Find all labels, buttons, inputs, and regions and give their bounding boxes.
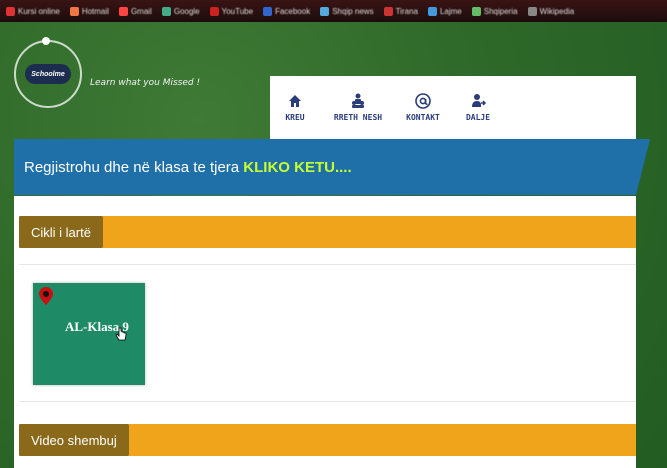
site-logo[interactable]: Schoolme [14, 37, 82, 108]
section-header-cycle: Cikli i lartë [19, 216, 636, 248]
flag-pin-icon [39, 287, 53, 305]
nav-item-dalje[interactable]: DALJE [453, 92, 503, 122]
class-list: AL-Klasa 9 [19, 264, 636, 402]
nav-item-rreth-nesh[interactable]: RRETH NESH [328, 92, 388, 122]
bookmarks-bar: Kursi online Hotmail Gmail Google YouTub… [0, 0, 667, 22]
nav-item-kreu[interactable]: KREU [270, 92, 320, 122]
bookmark-icon [161, 6, 171, 16]
banner-message: Regjistrohu dhe në klasa te tjera [24, 159, 244, 176]
main-nav: KREU RRETH NESH KONTAKT DALJE [270, 76, 636, 140]
site-tagline: Learn what you Missed ! [90, 78, 201, 88]
bookmark-item[interactable]: Shqip news [320, 6, 374, 16]
bookmark-item[interactable]: Hotmail [69, 6, 109, 16]
bookmark-item[interactable]: Lajme [427, 6, 462, 16]
people-icon [328, 92, 388, 110]
section-title[interactable]: Cikli i lartë [19, 216, 103, 248]
class-card-al-klasa-9[interactable]: AL-Klasa 9 [33, 283, 145, 385]
bookmark-item[interactable]: Shqiperia [471, 6, 518, 16]
banner-fold [636, 139, 650, 195]
bookmark-item[interactable]: Google [161, 6, 200, 16]
bookmark-icon [471, 6, 481, 16]
bookmark-icon [320, 6, 330, 16]
bookmark-icon [527, 6, 537, 16]
bookmark-item[interactable]: Gmail [118, 6, 152, 16]
home-icon [270, 92, 320, 110]
bookmark-icon [118, 6, 128, 16]
bookmark-item[interactable]: Wikipedia [527, 6, 574, 16]
register-link[interactable]: KLIKO KETU.... [243, 159, 351, 176]
hand-cursor-icon [115, 327, 127, 341]
banner-text: Regjistrohu dhe në klasa te tjera KLIKO … [24, 159, 352, 176]
logo-dot [42, 37, 50, 45]
bookmark-icon [209, 6, 219, 16]
logo-text: Schoolme [25, 64, 71, 84]
bookmark-item[interactable]: YouTube [209, 6, 253, 16]
main-content: Cikli i lartë AL-Klasa 9 Video shembuj [14, 196, 636, 468]
bookmark-icon [427, 6, 437, 16]
bookmark-item[interactable]: Tirana [383, 6, 418, 16]
bookmark-item[interactable]: Facebook [263, 6, 310, 16]
at-sign-icon [398, 92, 448, 110]
registration-banner: Regjistrohu dhe në klasa te tjera KLIKO … [14, 139, 650, 195]
bookmark-icon [69, 6, 79, 16]
bookmark-icon [6, 6, 15, 16]
section-header-video: Video shembuj [19, 424, 636, 456]
bookmark-item[interactable]: Kursi online [6, 6, 60, 16]
logout-icon [453, 92, 503, 110]
nav-item-kontakt[interactable]: KONTAKT [398, 92, 448, 122]
bookmark-icon [383, 6, 393, 16]
section-title[interactable]: Video shembuj [19, 424, 129, 456]
bookmark-icon [263, 6, 273, 16]
